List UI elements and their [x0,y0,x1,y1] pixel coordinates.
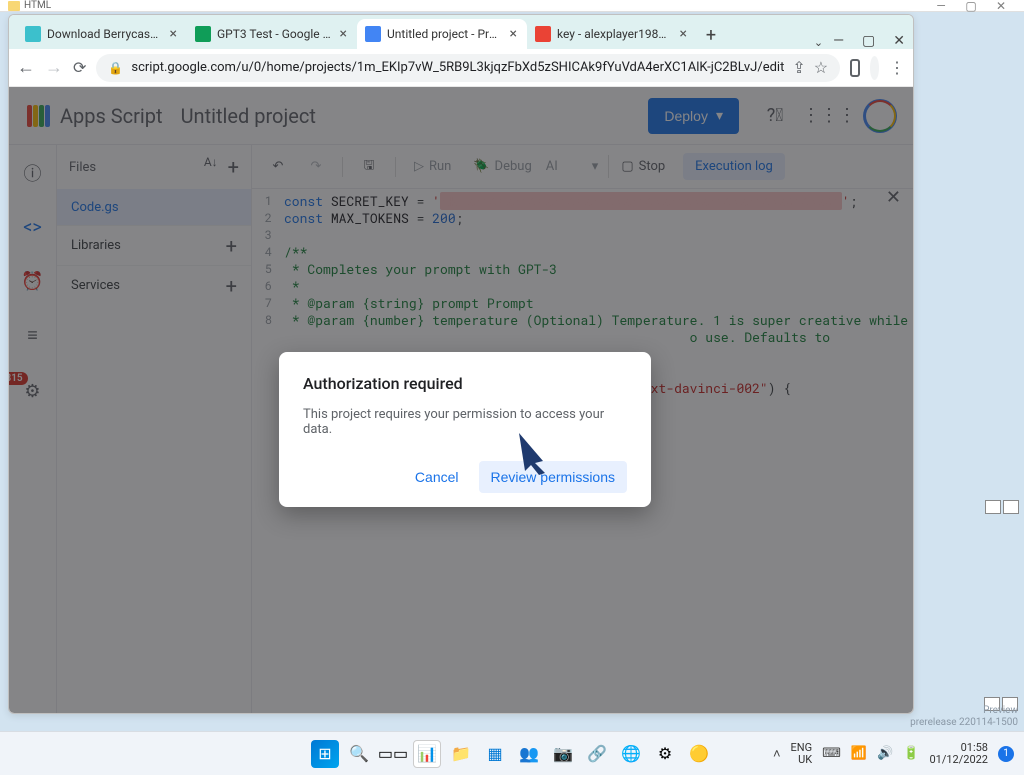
tab-apps-script[interactable]: Untitled project - Proje× [357,19,527,49]
chrome-window: Download Berrycast Des× GPT3 Test - Goog… [8,14,914,714]
search-button[interactable]: 🔍 [345,740,373,768]
edge-app[interactable]: 🌐 [617,740,645,768]
forward-button[interactable]: → [45,57,63,78]
modal-title: Authorization required [303,374,627,393]
explorer-titlebar: HTML — ▢ ✕ [0,0,1024,12]
start-button[interactable]: ⊞ [311,740,339,768]
close-icon[interactable]: × [678,26,689,42]
authorization-modal: Authorization required This project requ… [279,352,651,507]
language-indicator[interactable]: ENG UK [791,742,813,766]
steam-app[interactable]: ⚙ [651,740,679,768]
folder-icon [8,1,20,11]
chrome-app[interactable]: 🟡 [685,740,713,768]
explorer-max-button[interactable]: ▢ [956,0,986,13]
kebab-menu-icon[interactable]: ⋮ [889,58,905,77]
reload-button[interactable]: ⟳ [73,58,86,77]
wifi-icon[interactable]: 📶 [851,746,867,761]
chrome-tab-strip: Download Berrycast Des× GPT3 Test - Goog… [9,15,913,49]
chrome-min-button[interactable]: — [833,33,844,49]
system-tray: ˄ ENG UK ⌨ 📶 🔊 🔋 01:58 01/12/2022 1 [773,742,1014,766]
taskbar-app[interactable]: ▦ [481,740,509,768]
notification-badge[interactable]: 1 [998,746,1014,762]
favicon-icon [195,26,211,42]
watermark: Preview prerelease 220114-1500 [910,705,1018,729]
battery-icon[interactable]: 🔋 [903,746,919,761]
tray-chevron-icon[interactable]: ˄ [773,746,781,762]
favicon-icon [535,26,551,42]
bookmark-star-icon[interactable]: ☆ [814,58,828,77]
tab-gmail[interactable]: key - alexplayer1983@g× [527,19,697,49]
taskbar-app[interactable]: 📷 [549,740,577,768]
extensions-icon[interactable] [850,59,859,77]
task-view-button[interactable]: ▭▭ [379,740,407,768]
share-icon[interactable]: ⇪ [792,58,805,77]
clock[interactable]: 01:58 01/12/2022 [929,742,988,766]
taskbar: ⊞ 🔍 ▭▭ 📊 📁 ▦ 👥 📷 🔗 🌐 ⚙ 🟡 ˄ ENG UK ⌨ 📶 🔊 … [0,731,1024,775]
keyboard-icon[interactable]: ⌨ [822,746,841,761]
close-icon[interactable]: × [338,26,349,42]
tab-berrycast[interactable]: Download Berrycast Des× [17,19,187,49]
taskbar-app[interactable]: 🔗 [583,740,611,768]
tab-sheets[interactable]: GPT3 Test - Google She× [187,19,357,49]
profile-avatar[interactable] [870,56,879,80]
close-icon[interactable]: × [508,26,519,42]
favicon-icon [25,26,41,42]
annotation-arrow-icon [509,427,557,479]
chrome-close-button[interactable]: ✕ [893,33,905,49]
cancel-button[interactable]: Cancel [403,461,471,493]
view-toggle-top[interactable] [980,500,1024,514]
explorer-app[interactable]: 📁 [447,740,475,768]
url-text: script.google.com/u/0/home/projects/1m_E… [131,60,784,75]
explorer-min-button[interactable]: — [926,0,956,13]
explorer-folder-label: HTML [24,0,51,11]
back-button[interactable]: ← [17,57,35,78]
explorer-close-button[interactable]: ✕ [986,0,1016,13]
taskbar-center: ⊞ 🔍 ▭▭ 📊 📁 ▦ 👥 📷 🔗 🌐 ⚙ 🟡 [311,740,713,768]
lock-icon: 🔒 [108,61,123,75]
new-tab-button[interactable]: + [697,21,725,49]
chrome-toolbar: ← → ⟳ 🔒 script.google.com/u/0/home/proje… [9,49,913,87]
address-bar[interactable]: 🔒 script.google.com/u/0/home/projects/1m… [96,54,840,82]
volume-icon[interactable]: 🔊 [877,746,893,761]
chrome-max-button[interactable]: ▢ [862,33,875,49]
tab-list-button[interactable]: ⌄ [814,36,823,49]
favicon-icon [365,26,381,42]
close-icon[interactable]: × [168,26,179,42]
taskbar-app[interactable]: 📊 [413,740,441,768]
modal-message: This project requires your permission to… [303,407,627,437]
taskbar-app[interactable]: 👥 [515,740,543,768]
page-body: Apps Script Untitled project Deploy▾ ?⃝ … [9,87,913,713]
